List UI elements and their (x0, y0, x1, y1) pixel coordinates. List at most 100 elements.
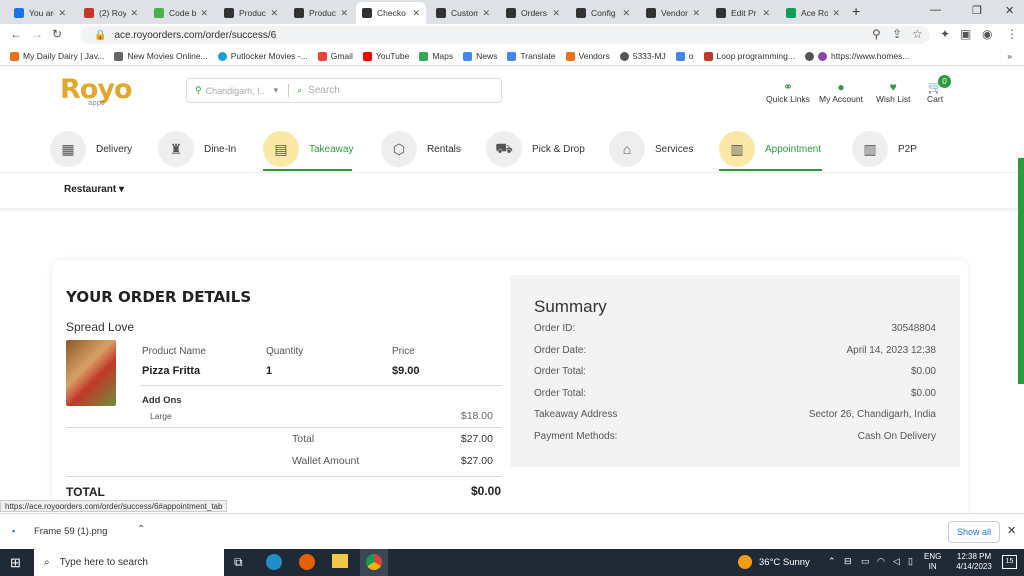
tab-favicon-icon (506, 8, 516, 18)
bookmark-item[interactable]: https://www.homes... (804, 51, 909, 61)
minimize-icon[interactable]: — (930, 4, 941, 16)
bookmark-item[interactable]: o (675, 51, 694, 61)
category-appointment[interactable]: ▥ Appointment (719, 129, 821, 169)
notification-badge[interactable]: 15 (1002, 555, 1017, 569)
browser-tab[interactable]: Code b ✕ (148, 2, 214, 24)
weather-text[interactable]: 36°C Sunny (759, 557, 810, 568)
new-tab-icon[interactable]: + (852, 3, 860, 19)
download-file[interactable]: Frame 59 (1).png (34, 526, 107, 537)
quick-links-button[interactable]: ⚭ Quick Links (766, 80, 810, 104)
extensions-icon[interactable]: ✦ (940, 27, 950, 41)
browser-tab[interactable]: Config ✕ (570, 2, 636, 24)
browser-tab[interactable]: You are✕ (8, 2, 72, 24)
bookmark-item[interactable]: Maps (419, 51, 453, 61)
battery-icon[interactable]: ▯ (908, 556, 913, 567)
sidepanel-icon[interactable]: ▣ (960, 27, 971, 41)
chevron-down-icon[interactable]: ▾ (274, 85, 279, 96)
back-icon[interactable]: ← (10, 27, 22, 41)
category-takeaway[interactable]: ▤ Takeaway (263, 129, 353, 169)
category-rentals[interactable]: ⬡ Rentals (381, 129, 461, 169)
taskbar-chrome[interactable] (360, 549, 388, 576)
restaurant-dropdown[interactable]: Restaurant ▾ (64, 184, 124, 195)
my-account-button[interactable]: ● My Account (819, 80, 863, 104)
page-scrollbar[interactable] (1018, 158, 1024, 384)
close-tab-icon[interactable]: ✕ (270, 8, 278, 19)
task-view-icon[interactable]: ⧉ (234, 555, 243, 570)
browser-tab[interactable]: Product ✕ (288, 2, 354, 24)
firefox-icon[interactable] (299, 554, 315, 570)
browser-tab[interactable]: Edit Pr ✕ (710, 2, 776, 24)
bookmark-item[interactable]: Putlocker Movies -... (217, 51, 308, 61)
bookmark-item[interactable]: Translate (507, 51, 556, 61)
share-icon[interactable]: ⇪ (892, 27, 902, 41)
bookmark-item[interactable]: Gmail (317, 51, 353, 61)
bookmark-star-icon[interactable]: ☆ (912, 27, 923, 41)
category-dine-in[interactable]: ♜ Dine-In (158, 129, 236, 169)
browser-tab[interactable]: (2) Roy ✕ (78, 2, 144, 24)
close-tab-icon[interactable]: ✕ (200, 8, 208, 19)
bookmark-item[interactable]: YouTube (362, 51, 409, 61)
maximize-icon[interactable]: ❐ (972, 4, 982, 17)
monitor-icon[interactable]: ▭ (861, 556, 870, 567)
caret-down-icon: ▾ (119, 184, 125, 195)
tray-chevron-icon[interactable]: ⌃ (828, 556, 836, 567)
category-delivery[interactable]: ▦ Delivery (50, 129, 132, 169)
volume-icon[interactable]: ◁ (893, 556, 900, 567)
wish-list-button[interactable]: ♥ Wish List (876, 80, 910, 104)
bookmark-item[interactable]: News (463, 51, 497, 61)
reload-icon[interactable]: ↻ (52, 27, 62, 41)
close-tab-icon[interactable]: ✕ (692, 8, 700, 19)
close-window-icon[interactable]: ✕ (1005, 4, 1014, 17)
site-logo[interactable]: Royo apps (60, 74, 132, 107)
close-tab-icon[interactable]: ✕ (340, 8, 348, 19)
location-field[interactable]: Chandigarh, I... (206, 86, 264, 96)
close-tab-icon[interactable]: ✕ (412, 8, 420, 19)
category-services[interactable]: ⌂ Services (609, 129, 693, 169)
browser-tab[interactable]: Orders ✕ (500, 2, 566, 24)
location-icon[interactable]: ⚲ (872, 27, 881, 41)
bookmark-item[interactable]: My Daily Dairy | Jav... (10, 51, 104, 61)
wifi-icon[interactable]: ◠ (877, 556, 885, 567)
bookmark-item[interactable]: Vendors (565, 51, 610, 61)
close-tab-icon[interactable]: ✕ (58, 8, 66, 19)
browser-tab[interactable]: Ace Ro ✕ (780, 2, 846, 24)
close-tab-icon[interactable]: ✕ (482, 8, 490, 19)
browser-tab[interactable]: Product ✕ (218, 2, 284, 24)
browser-tab-active[interactable]: Checko ✕ (356, 2, 426, 24)
browser-tab[interactable]: Vendor ✕ (640, 2, 706, 24)
browser-tab[interactable]: Custom ✕ (430, 2, 496, 24)
close-tab-icon[interactable]: ✕ (832, 8, 840, 19)
chevron-up-icon[interactable]: ⌃ (137, 524, 145, 535)
sub-nav (0, 172, 1024, 208)
show-all-button[interactable]: Show all (948, 521, 1000, 543)
p2p-icon: ▥ (852, 131, 888, 167)
address-bar[interactable]: 🔒 ace.royoorders.com/order/success/6 (80, 26, 930, 44)
category-p2p[interactable]: ▥ P2P (852, 129, 917, 169)
services-icon: ⌂ (609, 131, 645, 167)
divider (288, 84, 290, 97)
forward-icon[interactable]: → (31, 27, 43, 41)
taskbar-search[interactable]: ⌕ Type here to search (34, 549, 224, 576)
close-tab-icon[interactable]: ✕ (762, 8, 770, 19)
file-explorer-icon[interactable] (332, 554, 348, 568)
bookmarks-bar: My Daily Dairy | Jav... New Movies Onlin… (0, 47, 1024, 66)
close-tab-icon[interactable]: ✕ (552, 8, 560, 19)
category-pick-drop[interactable]: ⛟ Pick & Drop (486, 129, 585, 169)
close-shelf-icon[interactable]: ✕ (1007, 524, 1016, 537)
search-input[interactable]: Search (308, 85, 340, 96)
edge-icon[interactable] (266, 554, 282, 570)
bookmark-item[interactable]: New Movies Online... (114, 51, 208, 61)
profile-icon[interactable]: ◉ (982, 27, 992, 41)
more-bookmarks-icon[interactable]: » (1007, 51, 1012, 61)
bookmark-item[interactable]: Loop programming... (703, 51, 795, 61)
close-tab-icon[interactable]: ✕ (622, 8, 630, 19)
wallet-label: Wallet Amount (292, 455, 360, 467)
network-icon[interactable]: ⊟ (844, 556, 852, 567)
language-indicator[interactable]: ENG IN (924, 552, 941, 572)
close-tab-icon[interactable]: ✕ (130, 8, 138, 19)
menu-icon[interactable]: ⋮ (1006, 27, 1018, 41)
windows-start-icon[interactable]: ⊞ (10, 555, 21, 571)
clock[interactable]: 12:38 PM 4/14/2023 (950, 552, 998, 572)
bookmark-item[interactable]: 5333-MJ (619, 51, 666, 61)
status-link: https://ace.royoorders.com/order/success… (0, 500, 228, 512)
